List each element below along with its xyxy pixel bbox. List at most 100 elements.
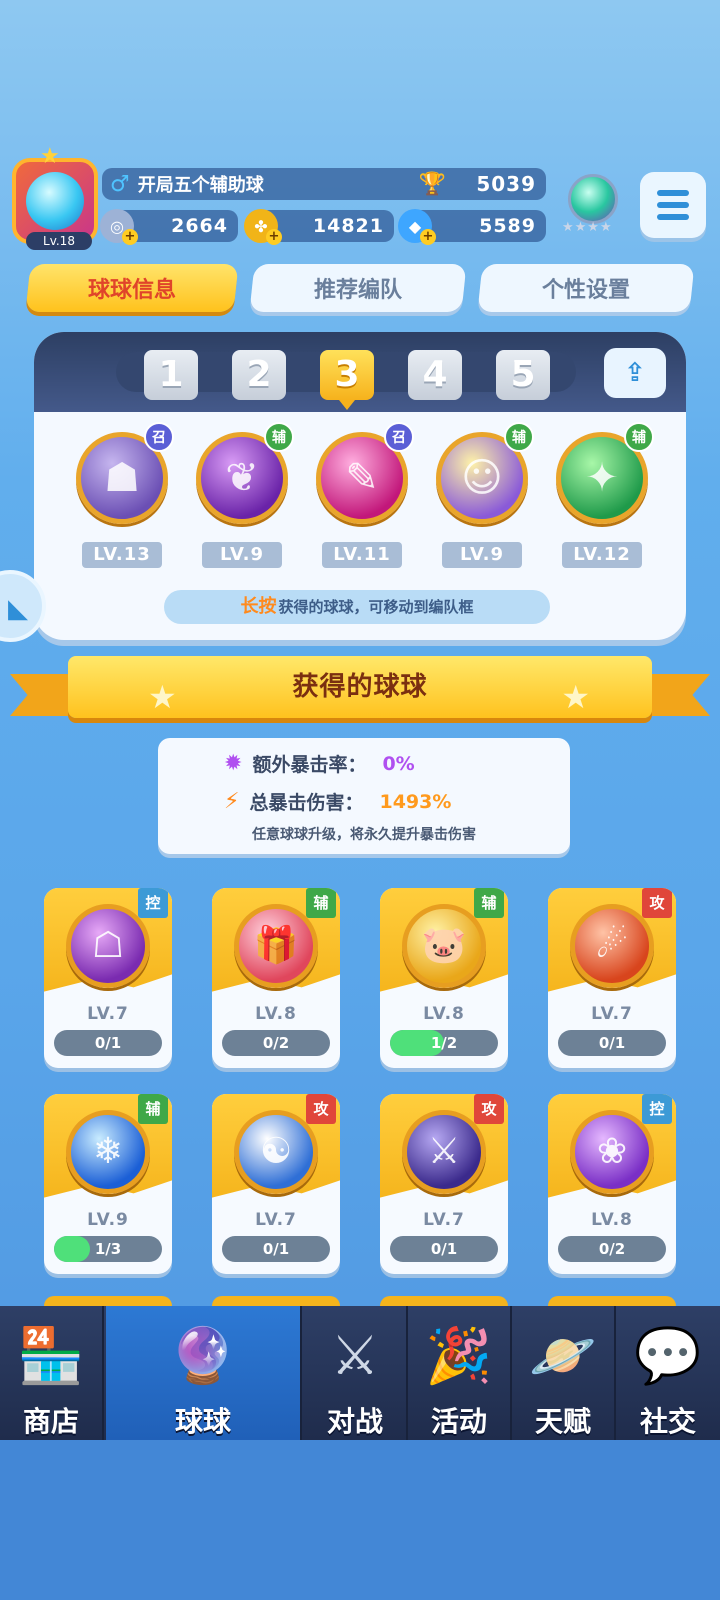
ball-type-tag: 辅 [474,888,504,918]
nav-battle[interactable]: ⚔ 对战 [304,1306,408,1440]
team-button-3[interactable]: 3 [320,350,374,410]
rank-stars-icon: ★★★★ [562,220,613,235]
ball-level: LV.8 [255,1004,297,1024]
fire-ball-icon: ☄ [570,904,654,988]
nav-label: 商店 [22,1405,79,1438]
ball-card[interactable]: ☖ 控 LV.7 0/1 [44,888,172,1068]
chat-heart-icon: 💬 [634,1324,702,1387]
team-selector-header: 1 2 3 4 5 ⇪ [34,332,686,412]
nav-shop[interactable]: 🏪 商店 [0,1306,104,1440]
ball-level: LV.8 [591,1210,633,1230]
team-slot-1[interactable]: ☗ 召 LV.13 [72,422,174,572]
tab-label: 推荐编队 [313,278,402,303]
balls-icon: 🔮 [169,1324,237,1387]
shark-fin-icon: ◣ [8,594,28,624]
add-plus-icon[interactable]: + [266,229,282,245]
sword-ball-icon: ⚔ [402,1110,486,1194]
team-slot-4[interactable]: ☺ 辅 LV.9 [432,422,534,572]
upgrade-progress-bar: 0/1 [54,1030,162,1056]
clover-coin-icon: ✤ + [244,209,282,245]
player-avatar[interactable]: ★ Lv.18 [12,144,98,250]
slot-level: LV.13 [82,542,162,568]
silver-coin-counter[interactable]: ◎ + 2664 [100,209,238,245]
progress-text: 0/1 [430,1240,458,1258]
nav-balls[interactable]: 🔮 球球 [106,1306,302,1440]
upgrade-progress-bar: 0/2 [558,1236,666,1262]
team-panel: 1 2 3 4 5 ⇪ ☗ 召 LV.13 ❦ 辅 LV.9 ✎ 召 LV.11… [34,332,686,640]
ball-level: LV.7 [423,1210,465,1230]
yin-yang-ball-icon: ☯ [234,1110,318,1194]
crown-icon: ★ [40,144,60,169]
ball-type-tag: 辅 [306,888,336,918]
menu-line [657,202,689,208]
ball-card[interactable]: 🎁 辅 LV.8 0/2 [212,888,340,1068]
nav-label: 社交 [639,1405,696,1438]
player-info-bar: ♂ 开局五个辅助球 🏆 5039 [102,168,546,200]
crit-damage-value: 1493% [379,790,452,813]
ball-type-tag: 辅 [138,1094,168,1124]
team-slot-2[interactable]: ❦ 辅 LV.9 [192,422,294,572]
slot-level: LV.9 [202,542,282,568]
menu-button[interactable] [640,172,706,238]
progress-text: 0/1 [262,1240,290,1258]
progress-text: 0/2 [262,1034,290,1052]
team-slot-3[interactable]: ✎ 召 LV.11 [312,422,414,572]
summon-tag: 召 [144,422,174,452]
crossed-swords-icon: ⚔ [330,1324,380,1387]
hint-text: 获得的球球，可移动到编队框 [278,598,474,616]
team-button-4[interactable]: 4 [408,350,462,400]
clover-coin-counter[interactable]: ✤ + 14821 [244,209,394,245]
team-button-5[interactable]: 5 [496,350,550,400]
upgrade-progress-bar: 0/1 [222,1236,330,1262]
crit-rate-label: 额外暴击率： [252,754,367,776]
upgrade-progress-bar: 1/2 [390,1030,498,1056]
ball-level: LV.7 [591,1004,633,1024]
ball-glyph: ❄ [92,1131,124,1172]
add-plus-icon[interactable]: + [420,229,436,245]
ball-card[interactable]: ❀ 控 LV.8 0/2 [548,1094,676,1274]
ball-glyph: ☖ [91,925,125,966]
crit-damage-label: 总暴击伤害： [249,792,364,814]
diamond-counter[interactable]: ◆ + 5589 [398,209,546,245]
nav-talent[interactable]: 🪐 天赋 [512,1306,616,1440]
ball-type-tag: 控 [138,888,168,918]
team-button-1[interactable]: 1 [144,350,198,400]
ball-card[interactable]: ☯ 攻 LV.7 0/1 [212,1094,340,1274]
piggy-bank-ball-icon: 🐷 [402,904,486,988]
crit-rate-row: ✹ 额外暴击率： 0% [224,750,415,777]
progress-text: 0/2 [598,1240,626,1258]
nav-events[interactable]: 🎉 活动 [408,1306,512,1440]
tab-ball-info[interactable]: 球球信息 [25,264,239,312]
hint-highlight: 长按 [240,596,277,617]
ball-card[interactable]: ☄ 攻 LV.7 0/1 [548,888,676,1068]
crit-note: 任意球球升级，将永久提升暴击伤害 [252,827,476,843]
rank-badge[interactable]: ★★★★ [560,170,626,236]
ball-card[interactable]: ⚔ 攻 LV.7 0/1 [380,1094,508,1274]
banner-body: 获得的球球 ★ ★ [68,656,652,718]
male-gender-icon: ♂ [110,171,130,197]
share-icon[interactable]: ⇪ [604,348,666,398]
silver-coin-value: 2664 [171,215,228,237]
team-slot-5[interactable]: ✦ 辅 LV.12 [552,422,654,572]
section-title: 获得的球球 [292,672,428,702]
drag-hint: 长按 获得的球球，可移动到编队框 [164,590,550,624]
gift-ball-icon: 🎁 [234,904,318,988]
ball-card[interactable]: 🐷 辅 LV.8 1/2 [380,888,508,1068]
nav-social[interactable]: 💬 社交 [616,1306,720,1440]
tab-recommended-team[interactable]: 推荐编队 [249,264,467,312]
bottom-nav: 🏪 商店 🔮 球球 ⚔ 对战 🎉 活动 🪐 天赋 💬 社交 [0,1306,720,1440]
team-button-2[interactable]: 2 [232,350,286,400]
ball-card[interactable]: ❄ 辅 LV.9 1/3 [44,1094,172,1274]
add-plus-icon[interactable]: + [122,229,138,245]
ball-glyph: ❀ [596,1131,628,1172]
bottom-background [0,1440,720,1600]
tab-personal-settings[interactable]: 个性设置 [477,264,695,312]
slash-icon: ⚡ [224,789,240,814]
crit-rate-value: 0% [382,752,415,775]
menu-line [657,214,689,220]
crit-damage-row: ⚡ 总暴击伤害： 1493% [224,788,451,815]
shop-icon: 🏪 [17,1324,85,1387]
trophy-count: 5039 [476,172,536,196]
progress-text: 1/2 [430,1034,458,1052]
ball-glyph: ⚔ [427,1131,461,1172]
